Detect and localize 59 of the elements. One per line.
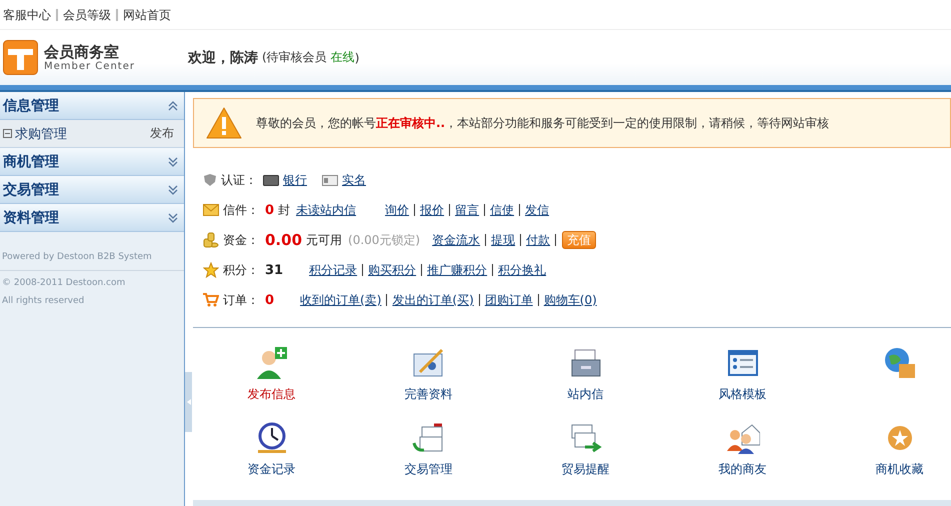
member-status-text: (待审核会员 xyxy=(262,49,327,66)
sidebar-group-header[interactable]: 信息管理 xyxy=(0,92,184,120)
action-link[interactable]: 资金流水 xyxy=(432,234,486,246)
sidebar-item-link[interactable]: 求购管理 xyxy=(3,124,67,142)
shortcut-link[interactable]: 我的商友 xyxy=(664,421,821,478)
action-link[interactable]: 团购订单 xyxy=(478,294,538,306)
shortcut-link[interactable]: 站内信 xyxy=(507,346,664,403)
action-link[interactable]: 报价 xyxy=(414,204,450,216)
action-link[interactable]: 积分换礼 xyxy=(492,264,552,276)
action-link[interactable]: 推广赚积分 xyxy=(421,264,492,276)
count-value: 0.00 xyxy=(265,231,302,249)
shortcut-link[interactable]: 交易管理 xyxy=(350,421,507,478)
count-value: 31 xyxy=(265,262,284,278)
shortcut-link[interactable]: 资金记录 xyxy=(193,421,350,478)
copyright-text: All rights reserved xyxy=(1,295,86,308)
copyright-text: © 2008-2011 Destoon.com xyxy=(1,277,126,290)
action-link[interactable]: 留言 xyxy=(449,204,484,216)
shortcut-link[interactable]: 完善资料 xyxy=(350,346,507,403)
shortcut-link[interactable]: 贸易提醒 xyxy=(507,421,664,478)
count-value: 0 xyxy=(265,202,274,218)
field-label: 信件： xyxy=(223,202,259,218)
welcome-text: 欢迎，陈涛 xyxy=(188,48,258,66)
publish-link[interactable]: 发布 xyxy=(150,125,174,142)
action-link[interactable]: 付款 xyxy=(520,234,556,246)
top-nav-link[interactable]: 网站首页 xyxy=(116,8,176,20)
logo-title: 会员商务室 xyxy=(44,43,120,61)
online-status: 在线 xyxy=(330,49,355,66)
sidebar-group-header[interactable]: 交易管理 xyxy=(0,176,184,204)
field-label: 订单： xyxy=(223,292,259,308)
unit-text: 元可用 xyxy=(306,232,342,248)
shortcut-link[interactable]: 商机收藏 xyxy=(821,421,951,478)
action-link[interactable]: 发出的订单(买) xyxy=(386,294,479,306)
action-link[interactable]: 购物车(0) xyxy=(538,294,602,306)
logo-subtitle: Member Center xyxy=(44,61,135,72)
unit-text: 封 xyxy=(278,202,290,218)
action-link[interactable]: 购买积分 xyxy=(362,264,422,276)
verification-link[interactable]: 银行 xyxy=(279,174,312,186)
action-link[interactable]: 积分记录 xyxy=(309,264,362,276)
action-link[interactable]: 收到的订单(卖) xyxy=(300,294,386,306)
action-link[interactable]: 询价 xyxy=(385,204,414,216)
count-value: 0 xyxy=(265,292,274,308)
notice-text: 尊敬的会员，您的帐号正在审核中..，本站部分功能和服务可能受到一定的使用限制，请稍候，等待网站审核 xyxy=(256,114,830,132)
unread-messages-link[interactable]: 未读站内信 xyxy=(296,204,362,216)
shortcut-link[interactable]: 发布信息 xyxy=(193,346,350,403)
closing-paren: ) xyxy=(354,50,360,64)
sidebar-group-header[interactable]: 商机管理 xyxy=(0,148,184,176)
top-nav-link[interactable]: 会员等级 xyxy=(56,8,116,20)
field-label: 资金： xyxy=(223,232,259,248)
locked-amount-text: (0.00元锁定) xyxy=(348,232,420,248)
top-nav-link[interactable]: 客服中心 xyxy=(3,8,56,20)
field-label: 积分： xyxy=(223,262,259,278)
verification-link[interactable]: 实名 xyxy=(338,174,371,186)
field-label: 认证： xyxy=(221,172,257,188)
sidebar-group-header[interactable]: 资料管理 xyxy=(0,204,184,232)
action-link[interactable]: 发信 xyxy=(519,204,554,216)
action-link[interactable]: 信使 xyxy=(484,204,520,216)
action-link[interactable]: 提现 xyxy=(485,234,520,246)
copyright-text: Powered by Destoon B2B System xyxy=(0,248,184,271)
shortcut-link[interactable]: 风格模板 xyxy=(664,346,821,403)
